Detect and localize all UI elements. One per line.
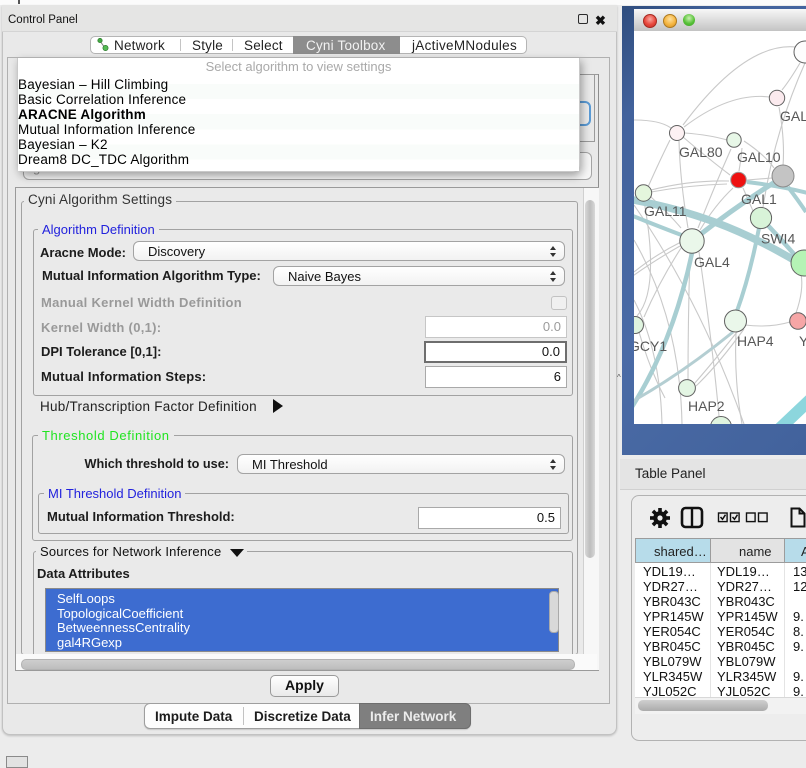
svg-text:SWI4: SWI4 (761, 231, 795, 247)
svg-text:HAP4: HAP4 (737, 333, 774, 349)
svg-text:GAL1: GAL1 (741, 191, 777, 207)
svg-text:HAP2: HAP2 (688, 398, 725, 414)
svg-text:GAL80: GAL80 (679, 144, 723, 160)
svg-text:YEL: YEL (799, 333, 806, 349)
svg-text:GCY1: GCY1 (634, 338, 667, 354)
svg-text:GAL11: GAL11 (644, 203, 687, 219)
svg-text:GAL4: GAL4 (694, 254, 730, 270)
svg-text:GAL10: GAL10 (737, 149, 781, 165)
svg-text:GAL7: GAL7 (780, 108, 806, 124)
